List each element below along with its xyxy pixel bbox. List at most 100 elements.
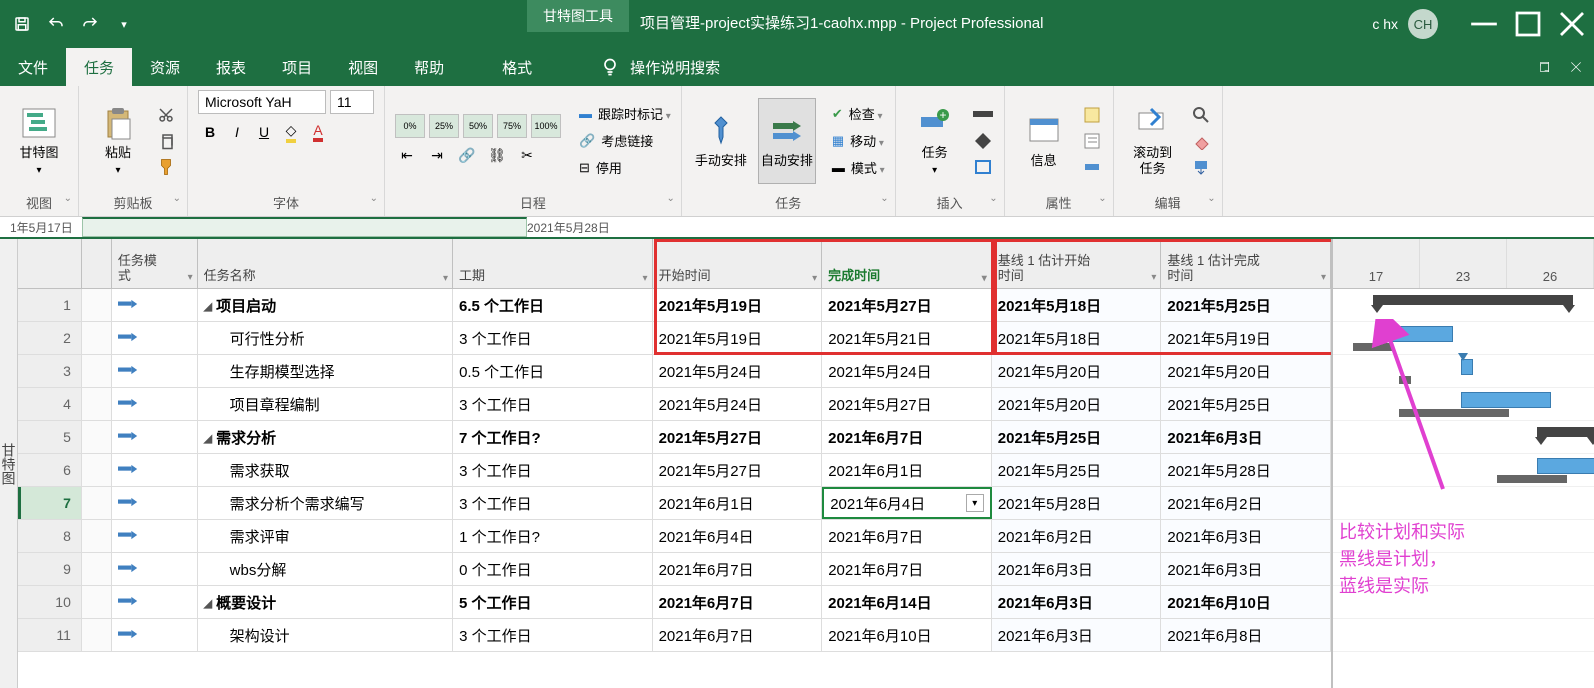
save-button[interactable] [8, 10, 36, 38]
table-row[interactable]: 3生存期模型选择0.5 个工作日2021年5月24日2021年5月24日2021… [18, 355, 1331, 388]
find-button[interactable] [1190, 104, 1212, 126]
cell-task-name[interactable]: 架构设计 [198, 619, 453, 651]
close-button[interactable] [1550, 0, 1594, 48]
cell-duration[interactable]: 5 个工作日 [453, 586, 653, 618]
gantt-task-bar[interactable] [1461, 392, 1551, 408]
doc-close-icon[interactable] [1568, 59, 1584, 75]
cell-finish[interactable]: 2021年5月24日 [822, 355, 992, 387]
hdr-baseline1-start[interactable]: 基线 1 估计开始 时间▾ [992, 239, 1162, 288]
cell-baseline1-start[interactable]: 2021年5月20日 [992, 355, 1162, 387]
cell-duration[interactable]: 3 个工作日 [453, 619, 653, 651]
bold-button[interactable]: B [198, 120, 222, 144]
row-number[interactable]: 7 [18, 487, 82, 519]
cell-task-name[interactable]: 需求分析个需求编写 [198, 487, 453, 519]
gantt-summary-bar[interactable] [1537, 427, 1594, 437]
cell-baseline1-start[interactable]: 2021年6月3日 [992, 586, 1162, 618]
redo-button[interactable] [76, 10, 104, 38]
cell-baseline1-start[interactable]: 2021年5月18日 [992, 289, 1162, 321]
maximize-button[interactable] [1506, 0, 1550, 48]
gantt-task-bar[interactable] [1537, 458, 1594, 474]
cell-start[interactable]: 2021年5月24日 [653, 388, 823, 420]
timeline-add-button[interactable] [1081, 156, 1103, 178]
cell-task-mode[interactable] [112, 355, 198, 387]
cell-baseline1-start[interactable]: 2021年5月25日 [992, 454, 1162, 486]
table-row[interactable]: 11架构设计3 个工作日2021年6月7日2021年6月10日2021年6月3日… [18, 619, 1331, 652]
table-row[interactable]: 8需求评审1 个工作日?2021年6月4日2021年6月7日2021年6月2日2… [18, 520, 1331, 553]
tab-file[interactable]: 文件 [0, 48, 66, 86]
cell-duration[interactable]: 3 个工作日 [453, 388, 653, 420]
cell-start[interactable]: 2021年5月19日 [653, 322, 823, 354]
cell-start[interactable]: 2021年5月19日 [653, 289, 823, 321]
cell-baseline1-finish[interactable]: 2021年6月2日 [1161, 487, 1331, 519]
minimize-button[interactable] [1462, 0, 1506, 48]
cell-start[interactable]: 2021年5月24日 [653, 355, 823, 387]
scroll-to-task-button[interactable]: 滚动到 任务 [1124, 98, 1182, 184]
cell-start[interactable]: 2021年5月27日 [653, 421, 823, 453]
cell-task-name[interactable]: 项目章程编制 [198, 388, 453, 420]
table-row[interactable]: 9wbs分解0 个工作日2021年6月7日2021年6月7日2021年6月3日2… [18, 553, 1331, 586]
cell-finish[interactable]: 2021年6月7日 [822, 520, 992, 552]
cell-duration[interactable]: 0.5 个工作日 [453, 355, 653, 387]
cell-indicator[interactable] [82, 520, 112, 552]
cell-task-name[interactable]: 需求评审 [198, 520, 453, 552]
cell-task-name[interactable]: 生存期模型选择 [198, 355, 453, 387]
font-size-combo[interactable]: 11 [330, 90, 374, 114]
cell-baseline1-finish[interactable]: 2021年6月8日 [1161, 619, 1331, 651]
tab-report[interactable]: 报表 [198, 48, 264, 86]
cell-task-name[interactable]: wbs分解 [198, 553, 453, 585]
cell-duration[interactable]: 1 个工作日? [453, 520, 653, 552]
cell-indicator[interactable] [82, 289, 112, 321]
cell-duration[interactable]: 7 个工作日? [453, 421, 653, 453]
cut-button[interactable] [155, 104, 177, 126]
clear-button[interactable] [1190, 130, 1212, 152]
cell-finish[interactable]: 2021年6月7日 [822, 553, 992, 585]
cell-baseline1-start[interactable]: 2021年5月28日 [992, 487, 1162, 519]
cell-task-mode[interactable] [112, 421, 198, 453]
cell-baseline1-start[interactable]: 2021年6月3日 [992, 619, 1162, 651]
milestone-button[interactable] [972, 130, 994, 152]
cell-start[interactable]: 2021年6月1日 [653, 487, 823, 519]
cell-baseline1-finish[interactable]: 2021年5月19日 [1161, 322, 1331, 354]
pct-100-button[interactable]: 100% [531, 114, 561, 138]
paste-button[interactable]: 粘贴▾ [89, 98, 147, 184]
underline-button[interactable]: U [252, 120, 276, 144]
cell-baseline1-finish[interactable]: 2021年6月3日 [1161, 553, 1331, 585]
cell-task-mode[interactable] [112, 322, 198, 354]
link-tasks-button[interactable]: 🔗 [455, 144, 479, 168]
italic-button[interactable]: I [225, 120, 249, 144]
cell-indicator[interactable] [82, 454, 112, 486]
tab-project[interactable]: 项目 [264, 48, 330, 86]
cell-duration[interactable]: 3 个工作日 [453, 322, 653, 354]
indent-button[interactable]: ⇥ [425, 144, 449, 168]
cell-indicator[interactable] [82, 388, 112, 420]
cell-baseline1-start[interactable]: 2021年6月2日 [992, 520, 1162, 552]
insert-task-button[interactable]: + 任务▾ [906, 98, 964, 184]
cell-duration[interactable]: 3 个工作日 [453, 487, 653, 519]
row-number[interactable]: 1 [18, 289, 82, 321]
tab-task[interactable]: 任务 [66, 48, 132, 86]
table-row[interactable]: 1项目启动6.5 个工作日2021年5月19日2021年5月27日2021年5月… [18, 289, 1331, 322]
fill-button[interactable] [1190, 156, 1212, 178]
row-number[interactable]: 10 [18, 586, 82, 618]
cell-task-mode[interactable] [112, 388, 198, 420]
cell-indicator[interactable] [82, 355, 112, 387]
cell-finish[interactable]: 2021年6月14日 [822, 586, 992, 618]
cell-task-name[interactable]: 项目启动 [198, 289, 453, 321]
cell-task-name[interactable]: 概要设计 [198, 586, 453, 618]
cell-task-mode[interactable] [112, 586, 198, 618]
window-restore-icon[interactable] [1536, 59, 1552, 75]
gantt-chart-button[interactable]: 甘特图▾ [10, 98, 68, 184]
cell-start[interactable]: 2021年6月4日 [653, 520, 823, 552]
manual-schedule-button[interactable]: 手动安排 [692, 98, 750, 184]
table-row[interactable]: 4项目章程编制3 个工作日2021年5月24日2021年5月27日2021年5月… [18, 388, 1331, 421]
qat-customize-icon[interactable]: ▾ [110, 10, 138, 38]
cell-task-mode[interactable] [112, 487, 198, 519]
pct-75-button[interactable]: 75% [497, 114, 527, 138]
cell-task-mode[interactable] [112, 520, 198, 552]
hdr-finish[interactable]: 完成时间▾ [822, 239, 992, 288]
hdr-rownum[interactable] [18, 239, 82, 288]
cell-baseline1-finish[interactable]: 2021年5月25日 [1161, 289, 1331, 321]
row-number[interactable]: 4 [18, 388, 82, 420]
cell-finish[interactable]: 2021年6月4日▾ [822, 487, 992, 519]
pct-50-button[interactable]: 50% [463, 114, 493, 138]
